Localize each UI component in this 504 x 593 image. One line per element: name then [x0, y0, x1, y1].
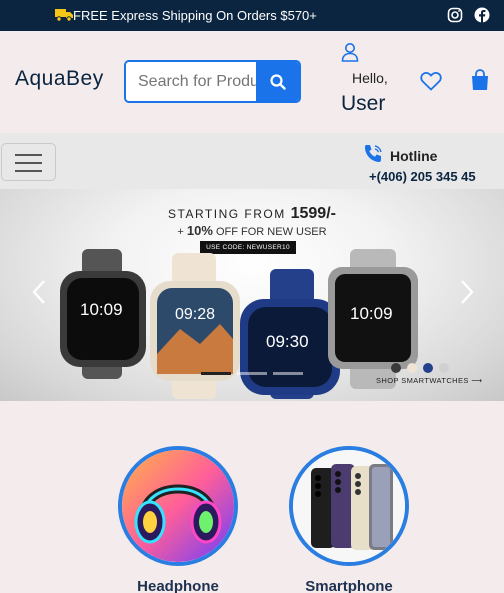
search-icon	[270, 74, 286, 90]
carousel-next-icon[interactable]	[458, 279, 476, 305]
watch-3-time: 09:30	[266, 332, 309, 351]
swatch-silver	[439, 363, 449, 373]
headphone-icon	[122, 450, 234, 562]
truck-icon	[55, 9, 73, 22]
banner-offer: + 10% OFF FOR NEW USER	[177, 223, 327, 238]
account-link[interactable]: User	[341, 92, 385, 116]
search-button[interactable]	[256, 62, 299, 101]
site-logo[interactable]: AquaBey	[15, 67, 104, 91]
hero-carousel: STARTING FROM 1599/- + 10% OFF FOR NEW U…	[0, 189, 504, 401]
wishlist-heart-icon[interactable]	[420, 71, 442, 91]
carousel-prev-icon[interactable]	[30, 279, 48, 305]
swatch-blue	[423, 363, 433, 373]
smartphone-icon	[293, 450, 405, 562]
carousel-indicator-1[interactable]	[201, 372, 231, 375]
instagram-icon[interactable]	[447, 7, 463, 23]
shipping-promo-text: FREE Express Shipping On Orders $570+	[73, 8, 317, 23]
swatch-dark	[391, 363, 401, 373]
search-bar	[124, 60, 301, 103]
site-header: AquaBey Hello, User	[0, 31, 504, 133]
user-icon[interactable]	[340, 42, 360, 62]
hamburger-icon	[15, 154, 42, 156]
watch-1-time: 10:09	[80, 300, 123, 319]
watch-2-time: 09:28	[175, 306, 215, 323]
main-nav: Hotline +(406) 205 345 45	[0, 133, 504, 189]
menu-toggle-button[interactable]	[1, 143, 56, 181]
shopping-bag-icon[interactable]	[470, 69, 490, 91]
phone-icon	[365, 145, 382, 162]
announcement-bar: FREE Express Shipping On Orders $570+	[0, 0, 504, 31]
category-smartphone-image[interactable]	[289, 446, 409, 566]
category-headphone-label[interactable]: Headphone	[118, 578, 238, 593]
swatch-cream	[407, 363, 417, 373]
category-smartphone-label[interactable]: Smartphone	[289, 578, 409, 593]
hotline-label: Hotline	[390, 148, 438, 164]
shop-smartwatches-link[interactable]: SHOP SMARTWATCHES ⟶	[376, 376, 482, 385]
carousel-indicator-2[interactable]	[237, 372, 267, 375]
hotline-number[interactable]: +(406) 205 345 45	[369, 169, 476, 184]
greeting-text: Hello,	[352, 70, 388, 86]
watch-4-time: 10:09	[350, 304, 393, 323]
search-input[interactable]	[126, 62, 258, 101]
facebook-icon[interactable]	[474, 7, 490, 23]
carousel-indicator-3[interactable]	[273, 372, 303, 375]
category-headphone-image[interactable]	[118, 446, 238, 566]
banner-headline: STARTING FROM 1599/-	[168, 205, 336, 222]
